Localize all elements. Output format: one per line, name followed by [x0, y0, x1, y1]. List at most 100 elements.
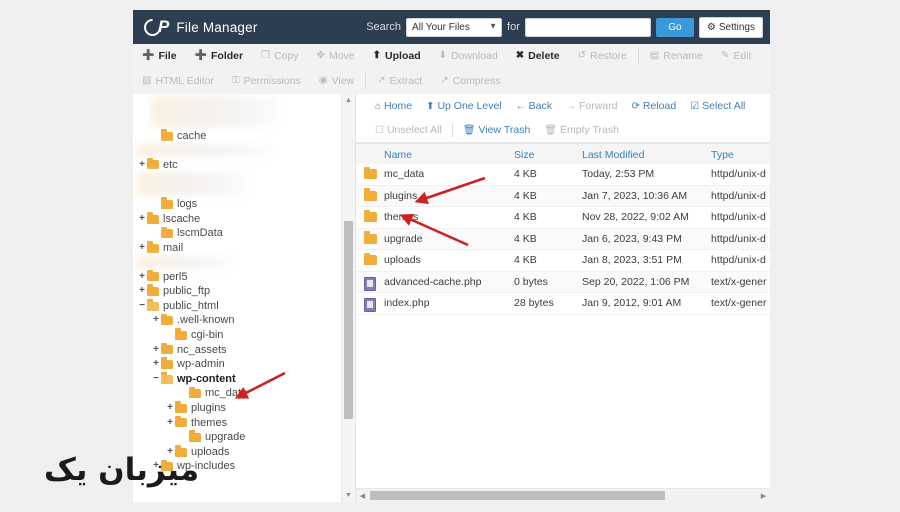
cpanel-logo: P	[140, 14, 169, 40]
toolbar-item-file[interactable]: ➕ File	[133, 44, 186, 68]
column-header-last-modified[interactable]: Last Modified	[582, 149, 644, 161]
toolbar-item-upload[interactable]: ⬆ Upload	[364, 44, 430, 68]
toolbar-item-label: Edit	[733, 50, 752, 62]
tree-item-wp-admin[interactable]: + wp-admin	[151, 357, 225, 372]
checkbox-empty-icon: ☐	[375, 124, 384, 136]
tree-item-etc[interactable]: + etc	[137, 157, 178, 173]
tree-item-mail[interactable]: + mail	[137, 241, 183, 256]
settings-button[interactable]: ⚙ Settings	[698, 16, 763, 38]
toolbar-item-label: Restore	[590, 50, 627, 62]
toolbar-item-home[interactable]: ⌂ Home	[368, 94, 419, 118]
cell-type: text/x-gener	[711, 297, 767, 309]
table-row[interactable]: upgrade 4 KB Jan 6, 2023, 9:43 PM httpd/uni…	[356, 228, 770, 250]
cell-name[interactable]: themes	[384, 211, 418, 223]
toolbar-item-folder[interactable]: ➕ Folder	[186, 44, 253, 68]
toolbar-item-view: ◉ View	[310, 68, 363, 94]
toolbar-item-reload[interactable]: ⟳ Reload	[625, 94, 684, 118]
tree-item-public-ftp[interactable]: + public_ftp	[137, 284, 210, 299]
expand-icon[interactable]: +	[137, 212, 147, 227]
tree-item--well-known[interactable]: + .well-known	[151, 313, 234, 328]
expand-icon[interactable]: +	[137, 270, 147, 285]
tree-item-nc-assets[interactable]: + nc_assets	[151, 342, 227, 358]
expand-icon[interactable]: +	[165, 401, 175, 416]
table-row[interactable]: index.php 28 bytes Jan 9, 2012, 9:01 AM tex…	[356, 293, 770, 315]
cell-name[interactable]: plugins	[384, 190, 417, 202]
reload-icon: ⟳	[631, 100, 640, 112]
cell-type: httpd/unix-d	[711, 211, 766, 223]
tree-item-upgrade[interactable]: upgrade	[179, 430, 245, 445]
table-row[interactable]: uploads 4 KB Jan 8, 2023, 3:51 PM httpd/uni…	[356, 250, 770, 272]
tree-item-perl5[interactable]: + perl5	[137, 269, 187, 285]
tree-item-label: upgrade	[205, 431, 246, 444]
tree-item-lscmdata[interactable]: lscmData	[151, 226, 223, 241]
table-row[interactable]: plugins 4 KB Jan 7, 2023, 10:36 AM httpd/un…	[356, 185, 770, 207]
cell-name[interactable]: upgrade	[384, 233, 423, 245]
tree-item-lscache[interactable]: + lscache	[137, 212, 200, 227]
tree-item-cache[interactable]: cache	[151, 129, 206, 144]
folder-icon	[189, 430, 201, 442]
expand-icon[interactable]: +	[137, 241, 147, 256]
cell-size: 28 bytes	[514, 297, 554, 309]
expand-icon[interactable]: +	[137, 284, 147, 299]
file-icon: ▤	[649, 50, 660, 61]
cell-size: 4 KB	[514, 168, 537, 180]
scroll-right-icon[interactable]: ▶	[757, 489, 770, 502]
collapse-icon[interactable]: −	[151, 372, 161, 387]
tree-item-public-html[interactable]: − public_html	[137, 299, 219, 314]
toolbar-item-view-trash[interactable]: 🗑 View Trash	[456, 118, 537, 142]
toolbar-item-label: Copy	[274, 50, 299, 62]
secondary-toolbar: ▧ HTML Editor ⚿ Permissions ◉ View ↗ Extract ↗ Co…	[133, 68, 770, 95]
tree-item-logs[interactable]: logs	[151, 197, 197, 212]
toolbar-item-label: Forward	[579, 100, 618, 112]
cell-name[interactable]: mc_data	[384, 168, 424, 180]
expand-icon[interactable]: +	[137, 158, 147, 173]
cell-name[interactable]: uploads	[384, 254, 421, 266]
tree-item-label: themes	[191, 416, 228, 429]
expand-icon[interactable]: +	[151, 343, 161, 358]
table-row[interactable]: mc_data 4 KB Today, 2:53 PM httpd/unix-d	[356, 164, 770, 186]
expand-icon[interactable]: +	[151, 313, 161, 328]
tree-item-label: plugins	[191, 402, 226, 414]
toolbar-item-label: View Trash	[478, 124, 531, 136]
tree-scroll-thumb[interactable]	[344, 221, 353, 419]
toolbar-item-html-editor: ▧ HTML Editor	[133, 68, 223, 94]
tree-item-mc-data[interactable]: mc_data	[179, 386, 247, 401]
cell-name[interactable]: index.php	[384, 297, 430, 309]
file-grid-scroll-thumb[interactable]	[370, 491, 665, 500]
table-row[interactable]: themes 4 KB Nov 28, 2022, 9:02 AM httpd/uni…	[356, 207, 770, 229]
search-go-button[interactable]: Go	[655, 17, 694, 37]
expand-icon[interactable]: +	[151, 357, 161, 372]
collapse-icon[interactable]: −	[137, 299, 147, 314]
toolbar-item-label: Select All	[702, 100, 746, 112]
toolbar-item-back[interactable]: ← Back	[509, 94, 559, 118]
cell-type: httpd/unix-d	[711, 232, 766, 245]
search-input[interactable]	[524, 17, 651, 37]
checkbox-checked-icon: ☑	[690, 100, 700, 112]
column-header-type[interactable]: Type	[711, 149, 734, 161]
table-row[interactable]: advanced-cache.php 0 bytes Sep 20, 2022, 1…	[356, 271, 770, 293]
toolbar-item-label: Rename	[663, 50, 703, 62]
toolbar-item-permissions: ⚿ Permissions	[223, 68, 310, 94]
tree-item-plugins[interactable]: + plugins	[165, 401, 226, 416]
cell-name[interactable]: advanced-cache.php	[384, 276, 482, 288]
column-header-name[interactable]: Name	[384, 149, 412, 161]
expand-icon[interactable]: +	[165, 416, 175, 431]
scroll-left-icon[interactable]: ◀	[356, 489, 369, 502]
tree-item-label: cgi-bin	[191, 329, 224, 341]
search-scope-select[interactable]: All Your Files	[406, 18, 503, 37]
folder-icon	[175, 328, 187, 340]
tree-vertical-scrollbar[interactable]: ▲ ▼	[341, 94, 355, 502]
scroll-down-icon[interactable]: ▼	[342, 489, 355, 502]
tree-item-cgi-bin[interactable]: cgi-bin	[165, 328, 223, 343]
toolbar-item-unselect-all: ☐ Unselect All	[368, 118, 449, 142]
toolbar-item-select-all[interactable]: ☑ Select All	[683, 94, 752, 118]
navigation-toolbar-primary: ⌂ Home ⬆ Up One Level ← Back → Forward ⟳ Reload ☑ S…	[356, 94, 770, 118]
scroll-up-icon[interactable]: ▲	[342, 94, 355, 107]
tree-item-themes[interactable]: + themes	[165, 415, 228, 431]
toolbar-item-up-one-level[interactable]: ⬆ Up One Level	[419, 94, 509, 118]
extract-icon: ↗	[377, 75, 386, 86]
file-grid-horizontal-scrollbar[interactable]: ◀ ▶	[356, 488, 770, 502]
tree-item-wp-content[interactable]: − wp-content	[151, 372, 236, 387]
column-header-size[interactable]: Size	[514, 149, 534, 161]
toolbar-item-delete[interactable]: ✖ Delete	[507, 44, 569, 68]
